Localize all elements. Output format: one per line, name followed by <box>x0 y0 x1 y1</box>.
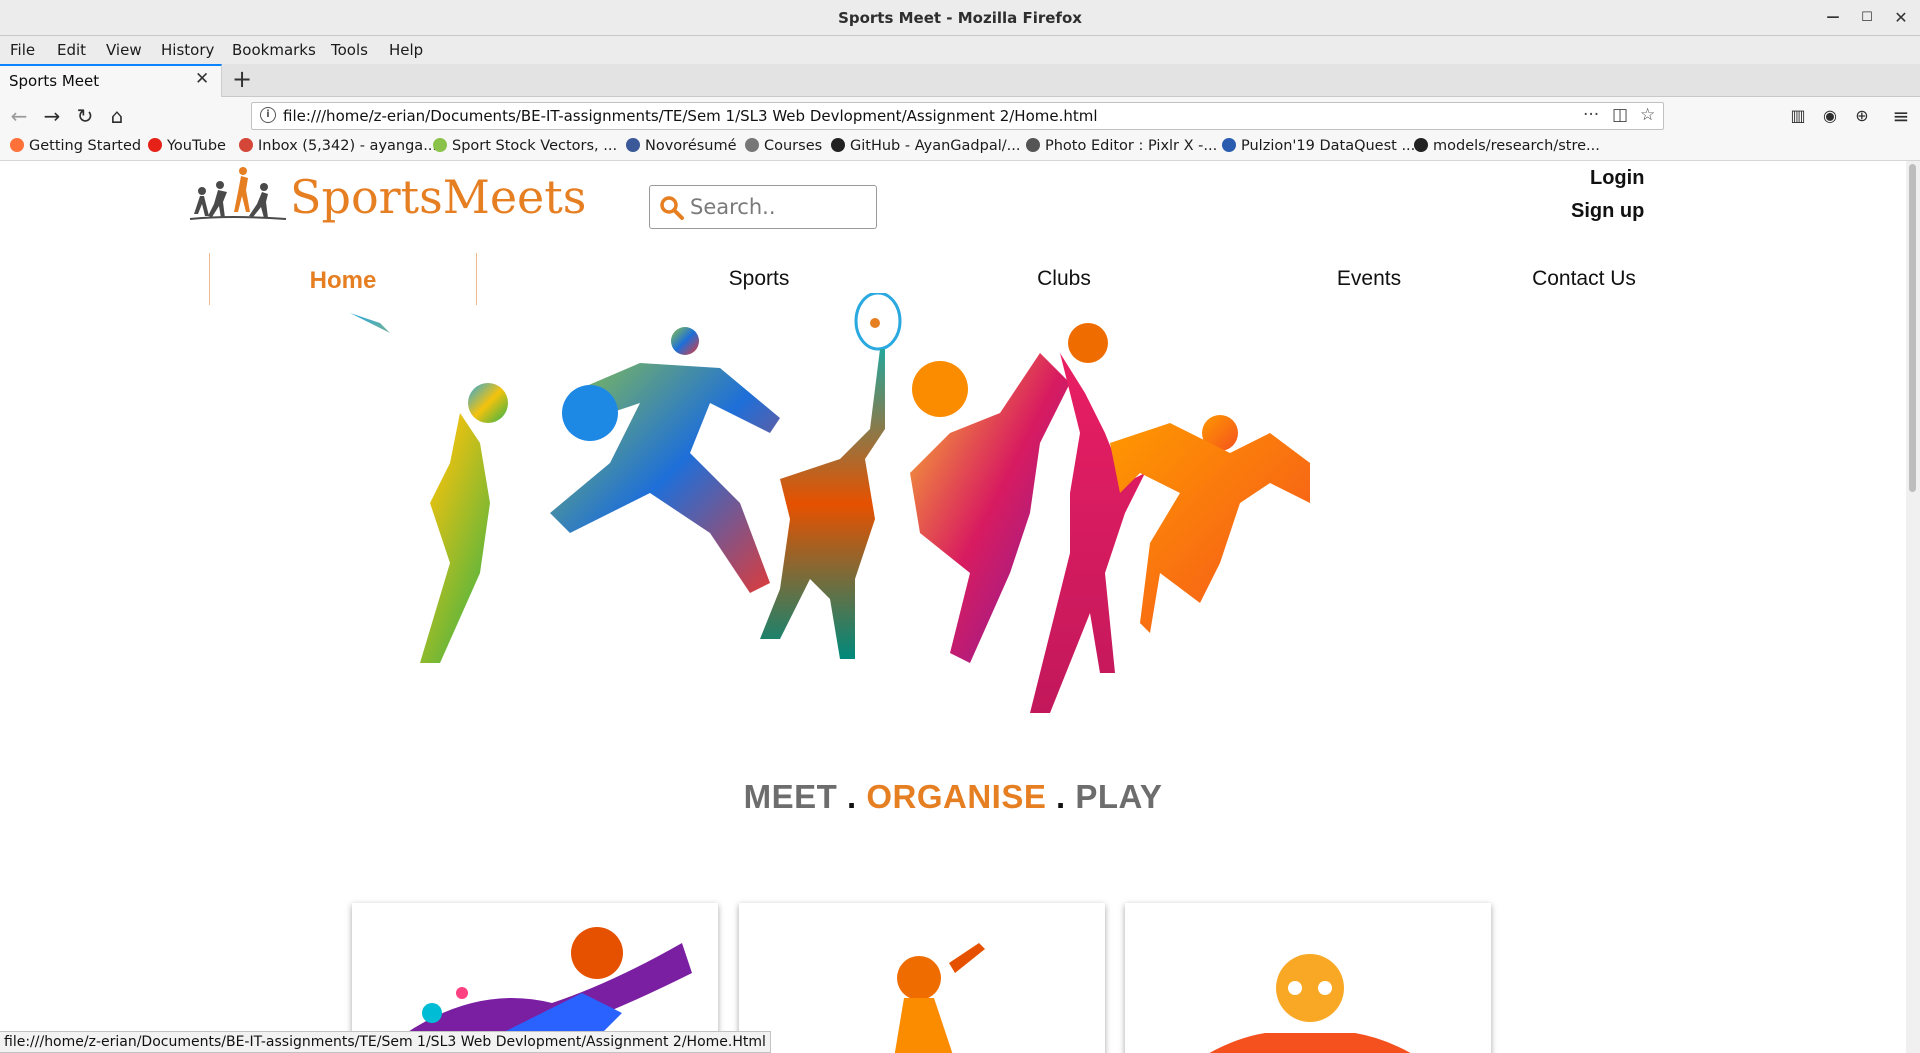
bookmark-getting-started[interactable]: Getting Started <box>10 138 141 154</box>
maximize-icon[interactable]: ☐ <box>1850 0 1884 36</box>
tagline-meet: MEET <box>743 778 838 815</box>
menu-history[interactable]: History <box>161 41 214 59</box>
sportsmeets-logo[interactable]: SportsMeets <box>188 161 608 241</box>
search-input[interactable] <box>690 194 870 220</box>
bookmark-courses-folder[interactable]: Courses <box>745 138 822 154</box>
pocket-icon[interactable]: ◫ <box>1612 105 1628 125</box>
bookmark-gmail-inbox[interactable]: Inbox (5,342) - ayanga... <box>239 138 437 154</box>
bookmark-label: Getting Started <box>29 138 142 154</box>
athletes-hero-image <box>350 293 1310 713</box>
window-title: Sports Meet - Mozilla Firefox <box>838 9 1082 27</box>
back-icon[interactable]: ← <box>6 102 32 130</box>
bookmark-novoresume[interactable]: Novorésumé <box>626 138 737 154</box>
bookmark-youtube[interactable]: YouTube <box>148 138 226 154</box>
account-icon[interactable]: ◉ <box>1817 102 1843 130</box>
swimmer-image <box>1209 954 1411 1053</box>
bookmark-github-ayangadpal[interactable]: GitHub - AyanGadpal/... <box>831 138 1020 154</box>
bookmark-label: Inbox (5,342) - ayanga... <box>258 138 438 154</box>
menu-bookmarks[interactable]: Bookmarks <box>232 41 316 59</box>
menu-help[interactable]: Help <box>389 41 423 59</box>
menu-file[interactable]: File <box>10 41 35 59</box>
logo-text: SportsMeets <box>290 170 586 224</box>
bookmark-star-icon[interactable]: ☆ <box>1640 105 1655 125</box>
novoresume-icon <box>626 138 640 152</box>
bookmark-label: Courses <box>764 138 823 154</box>
gmail-icon <box>239 138 253 152</box>
github-icon <box>1414 138 1428 152</box>
pixlr-icon <box>1026 138 1040 152</box>
window-titlebar: Sports Meet - Mozilla Firefox — ☐ ✕ <box>0 0 1920 36</box>
site-info-icon[interactable]: i <box>260 107 276 123</box>
close-window-icon[interactable]: ✕ <box>1884 0 1918 36</box>
menu-bar: File Edit View History Bookmarks Tools H… <box>0 36 1920 64</box>
firefox-window: Sports Meet - Mozilla Firefox — ☐ ✕ File… <box>0 0 1920 1053</box>
tagline: MEET . ORGANISE . PLAY <box>0 778 1906 816</box>
bookmark-label: Pulzion'19 DataQuest ... <box>1241 138 1416 154</box>
bookmark-label: Photo Editor : Pixlr X -... <box>1045 138 1218 154</box>
bookmark-models-research[interactable]: models/research/stre... <box>1414 138 1600 154</box>
tagline-dot: . <box>846 778 857 815</box>
feature-card-cricket[interactable] <box>739 903 1105 1053</box>
home-icon[interactable]: ⌂ <box>104 102 130 130</box>
tab-close-icon[interactable]: ✕ <box>195 69 209 89</box>
folder-icon <box>745 138 759 152</box>
kaggle-icon <box>1222 138 1236 152</box>
menu-edit[interactable]: Edit <box>57 41 86 59</box>
page-content: SportsMeets Login Sign up Home Sports Cl… <box>0 161 1920 1053</box>
tab-strip: Sports Meet ✕ + <box>0 64 1920 98</box>
bookmark-pixlr[interactable]: Photo Editor : Pixlr X -... <box>1026 138 1217 154</box>
search-icon <box>660 196 684 220</box>
tab-title: Sports Meet <box>9 72 100 90</box>
firefox-icon <box>10 138 24 152</box>
site-search-box[interactable] <box>649 185 877 229</box>
downloads-icon[interactable]: ⊕ <box>1849 102 1875 130</box>
tagline-play: PLAY <box>1075 778 1163 815</box>
feature-card-swimming[interactable] <box>1125 903 1491 1053</box>
bookmark-label: GitHub - AyanGadpal/... <box>850 138 1021 154</box>
url-text[interactable]: file:///home/z-erian/Documents/BE-IT-ass… <box>283 107 1098 125</box>
new-tab-icon[interactable]: + <box>232 65 252 93</box>
github-icon <box>831 138 845 152</box>
bookmark-label: Novorésumé <box>645 138 737 154</box>
bookmark-label: models/research/stre... <box>1433 138 1600 154</box>
sidebar-icon[interactable]: ▥ <box>1785 102 1811 130</box>
reload-icon[interactable]: ↻ <box>72 102 98 130</box>
navigation-toolbar: ← → ↻ ⌂ i file:///home/z-erian/Documents… <box>0 97 1920 135</box>
page-scrollbar[interactable] <box>1906 161 1920 1053</box>
bookmark-label: Sport Stock Vectors, ... <box>452 138 618 154</box>
bookmark-label: YouTube <box>167 138 226 154</box>
menu-view[interactable]: View <box>106 41 142 59</box>
tagline-organise: ORGANISE <box>866 778 1047 815</box>
minimize-icon[interactable]: — <box>1816 0 1850 36</box>
tagline-dot: . <box>1056 778 1066 815</box>
bookmark-sport-stock-vectors[interactable]: Sport Stock Vectors, ... <box>433 138 617 154</box>
status-bar-link-preview: file:///home/z-erian/Documents/BE-IT-ass… <box>0 1031 771 1053</box>
signup-link[interactable]: Sign up <box>1571 200 1644 223</box>
youtube-icon <box>148 138 162 152</box>
freepik-icon <box>433 138 447 152</box>
cricket-batsman-image <box>894 943 985 1053</box>
bookmarks-toolbar: Getting Started YouTube Inbox (5,342) - … <box>0 135 1920 161</box>
login-link[interactable]: Login <box>1590 167 1644 190</box>
url-bar[interactable]: i file:///home/z-erian/Documents/BE-IT-a… <box>251 102 1664 130</box>
hamburger-menu-icon[interactable]: ≡ <box>1888 102 1914 130</box>
forward-icon[interactable]: → <box>39 102 65 130</box>
page-actions-icon[interactable]: ··· <box>1583 105 1599 125</box>
menu-tools[interactable]: Tools <box>331 41 368 59</box>
bookmark-pulzion-dataquest[interactable]: Pulzion'19 DataQuest ... <box>1222 138 1415 154</box>
tab-sports-meet[interactable]: Sports Meet ✕ <box>0 64 222 98</box>
scrollbar-thumb[interactable] <box>1909 164 1916 492</box>
